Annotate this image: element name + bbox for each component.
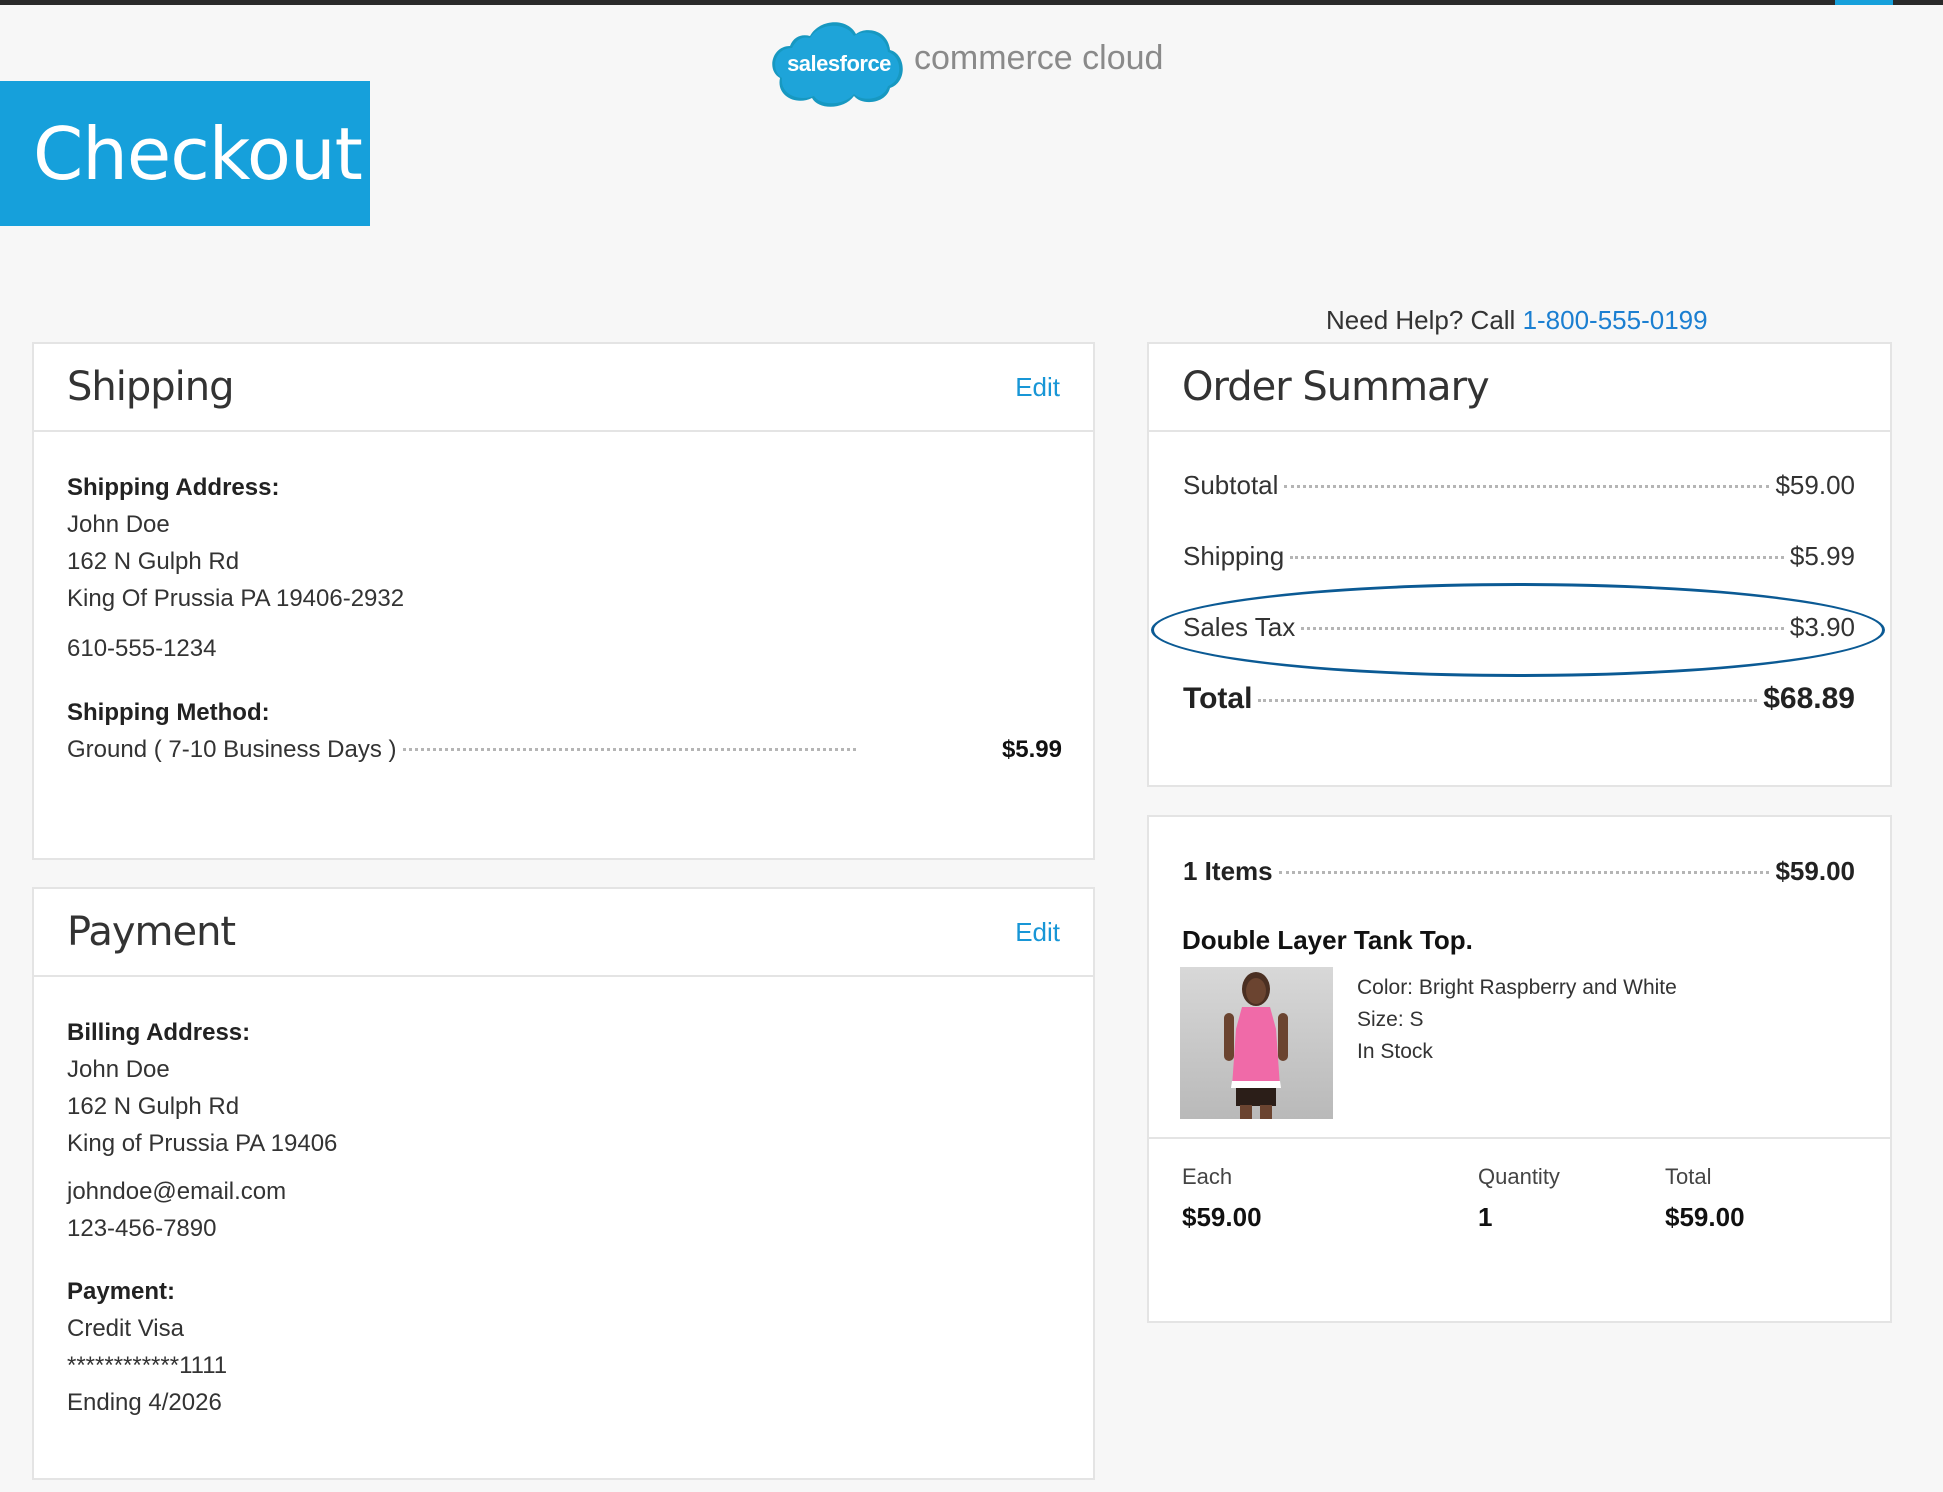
- payment-card: Payment Edit Billing Address: John Doe 1…: [32, 887, 1095, 1480]
- sales-tax-highlight-ellipse: [1151, 583, 1885, 677]
- product-name[interactable]: Double Layer Tank Top.: [1182, 925, 1473, 956]
- product-size: Size: S: [1357, 1008, 1424, 1031]
- shipping-method-row: Ground ( 7-10 Business Days ) $5.99: [67, 731, 1062, 768]
- order-total-label: Total: [1183, 682, 1253, 715]
- dot-leader: [1278, 871, 1770, 874]
- logo-cloud-text: salesforce: [787, 51, 891, 76]
- order-summary-title: Order Summary: [1182, 364, 1490, 410]
- payment-method-label: Payment:: [67, 1278, 176, 1305]
- shipping-card-header: Shipping Edit: [34, 344, 1093, 432]
- help-phone-link[interactable]: 1-800-555-0199: [1523, 305, 1708, 335]
- billing-name: John Doe: [67, 1056, 170, 1083]
- shipping-city-line: King Of Prussia PA 19406-2932: [67, 585, 405, 612]
- shipping-cost-row: Shipping $5.99: [1183, 541, 1855, 572]
- payment-method: Credit Visa: [67, 1315, 184, 1342]
- billing-city-line: King of Prussia PA 19406: [67, 1130, 338, 1157]
- billing-address-label: Billing Address:: [67, 1019, 251, 1046]
- product-details: Color: Bright Raspberry and White Size: …: [1357, 972, 1677, 1068]
- billing-street: 162 N Gulph Rd: [67, 1093, 240, 1120]
- product-image[interactable]: [1180, 967, 1333, 1119]
- subtotal-label: Subtotal: [1183, 470, 1279, 500]
- payment-title: Payment: [67, 909, 236, 955]
- help-prefix: Need Help? Call: [1326, 305, 1516, 335]
- shipping-method-price: $5.99: [1001, 736, 1062, 763]
- shipping-edit-link[interactable]: Edit: [1015, 372, 1060, 403]
- shipping-street: 162 N Gulph Rd: [67, 548, 240, 575]
- shipping-phone: 610-555-1234: [67, 635, 217, 662]
- shipping-cost-label: Shipping: [1183, 541, 1285, 571]
- dot-leader: [1284, 485, 1770, 488]
- product-color: Color: Bright Raspberry and White: [1357, 976, 1677, 999]
- items-divider: [1149, 1137, 1890, 1139]
- shipping-method-name: Ground: [67, 736, 148, 763]
- shipping-method-label: Shipping Method:: [67, 699, 270, 726]
- help-line: Need Help? Call 1-800-555-0199: [1326, 305, 1708, 336]
- shipping-cost-value: $5.99: [1789, 541, 1855, 571]
- top-bar-accent: [1835, 0, 1893, 5]
- each-value: $59.00: [1182, 1202, 1262, 1232]
- cloud-logo-icon: salesforce: [770, 16, 908, 112]
- line-total-col: Total $59.00: [1665, 1164, 1745, 1233]
- payment-card-number: ************1111: [67, 1352, 228, 1379]
- order-total-value: $68.89: [1763, 682, 1855, 715]
- order-summary-header: Order Summary: [1149, 344, 1890, 432]
- payment-edit-link[interactable]: Edit: [1015, 917, 1060, 948]
- shipping-address-block: Shipping Address: John Doe 162 N Gulph R…: [34, 432, 1093, 768]
- billing-phone: 123-456-7890: [67, 1215, 217, 1242]
- payment-expiry: Ending 4/2026: [67, 1389, 222, 1416]
- top-bar: [0, 0, 1943, 5]
- billing-block: Billing Address: John Doe 162 N Gulph Rd…: [34, 977, 1093, 1421]
- shipping-method-detail: ( 7-10 Business Days ): [153, 736, 397, 763]
- each-price-col: Each $59.00: [1182, 1164, 1262, 1233]
- line-total-label: Total: [1665, 1164, 1712, 1189]
- quantity-label: Quantity: [1478, 1164, 1560, 1189]
- shipping-address-label: Shipping Address:: [67, 474, 280, 501]
- checkout-banner: Checkout: [0, 81, 370, 226]
- payment-card-header: Payment Edit: [34, 889, 1093, 977]
- dot-leader: [402, 748, 856, 751]
- items-count-total: $59.00: [1775, 856, 1855, 886]
- logo-product-text: commerce cloud: [914, 38, 1164, 77]
- product-stock: In Stock: [1357, 1040, 1433, 1063]
- subtotal-value: $59.00: [1775, 470, 1855, 500]
- salesforce-logo[interactable]: salesforce commerce cloud: [770, 16, 1163, 112]
- dot-leader: [1290, 556, 1784, 559]
- page-title: Checkout: [33, 111, 363, 196]
- subtotal-row: Subtotal $59.00: [1183, 470, 1855, 501]
- items-count-label: 1 Items: [1183, 856, 1273, 886]
- order-total-row: Total $68.89: [1183, 682, 1855, 716]
- billing-email: johndoe@email.com: [67, 1178, 287, 1205]
- dot-leader: [1258, 699, 1758, 702]
- items-count-row: 1 Items $59.00: [1183, 856, 1855, 887]
- line-total-value: $59.00: [1665, 1202, 1745, 1232]
- each-label: Each: [1182, 1164, 1233, 1189]
- shipping-name: John Doe: [67, 511, 170, 538]
- shipping-card: Shipping Edit Shipping Address: John Doe…: [32, 342, 1095, 860]
- shipping-title: Shipping: [67, 364, 234, 410]
- quantity-col: Quantity 1: [1478, 1164, 1560, 1233]
- quantity-value: 1: [1478, 1202, 1493, 1232]
